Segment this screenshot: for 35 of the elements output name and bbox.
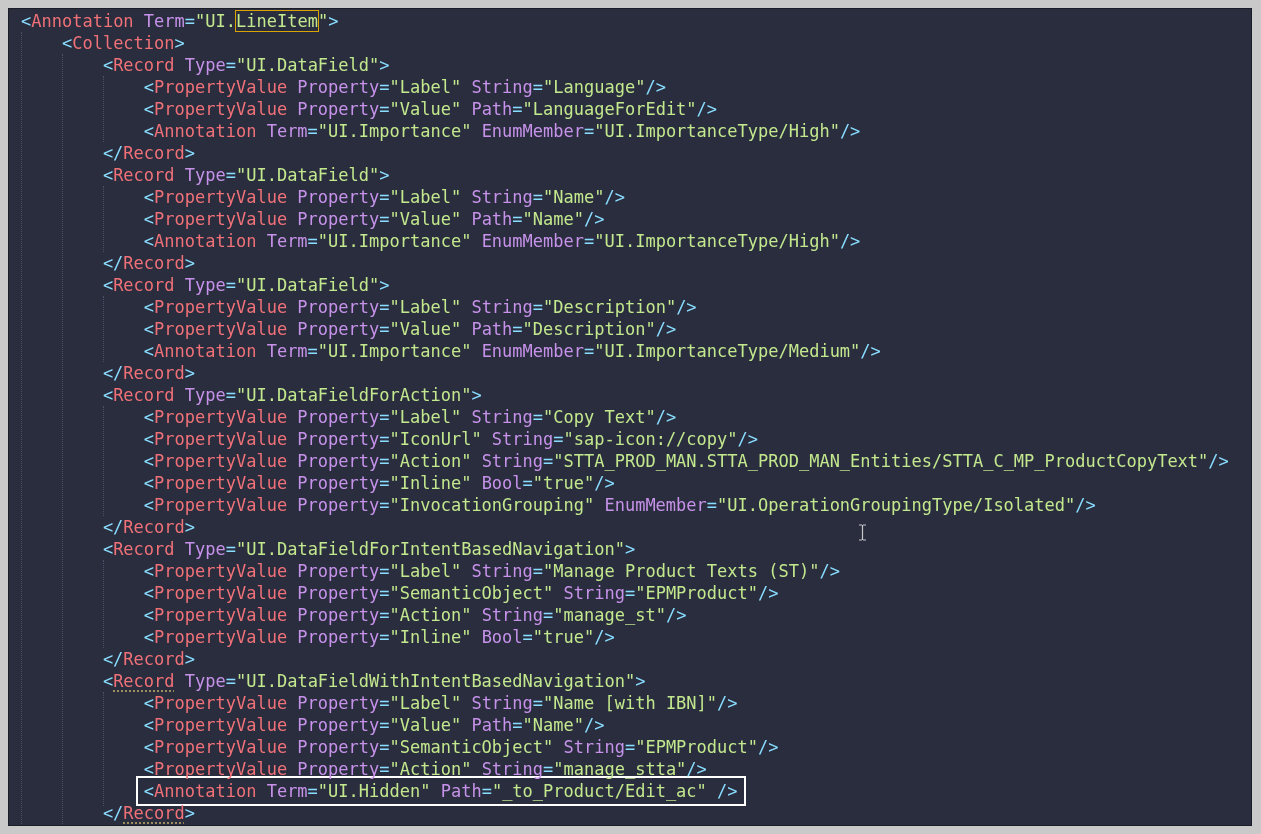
code-line: <PropertyValue Property="Action" String="STTA_PROD_MAN.STTA_PROD_MAN_Entities/STTA_C_MP_ProductCopyText"/> (143, 450, 1229, 472)
code-line: <PropertyValue Property="Value" Path="Name"/> (143, 714, 605, 736)
code-line: <PropertyValue Property="Label" String="Name"/> (143, 186, 625, 208)
code-line: <PropertyValue Property="Inline" Bool="true"/> (143, 472, 615, 494)
code-line: <PropertyValue Property="SemanticObject" String="EPMProduct"/> (143, 736, 779, 758)
code-line: <PropertyValue Property="Inline" Bool="true"/> (143, 626, 615, 648)
code-line: <Record Type="UI.DataField"> (102, 54, 390, 76)
code-line: <Annotation Term="UI.Importance" EnumMember="UI.ImportanceType/Medium"/> (143, 340, 881, 362)
code-line: <PropertyValue Property="Label" String="Manage Product Texts (ST)"/> (143, 560, 840, 582)
code-line: <PropertyValue Property="IconUrl" String="sap-icon://copy"/> (143, 428, 758, 450)
code-line: </Record> (102, 142, 196, 164)
code-line: <PropertyValue Property="Label" String="Description"/> (143, 296, 697, 318)
code-line: <Record Type="UI.DataField"> (102, 274, 390, 296)
code-line: <PropertyValue Property="Label" String="Name [with IBN]"/> (143, 692, 738, 714)
code-line: <PropertyValue Property="Label" String="Language"/> (143, 76, 666, 98)
code-line: <PropertyValue Property="Value" Path="LanguageForEdit"/> (143, 98, 718, 120)
code-line: <Record Type="UI.DataFieldForIntentBasedNavigation"> (102, 538, 636, 560)
code-line: <PropertyValue Property="Value" Path="Name"/> (143, 208, 605, 230)
code-line: <PropertyValue Property="Value" Path="Description"/> (143, 318, 677, 340)
code-line: <Record Type="UI.DataFieldForAction"> (102, 384, 482, 406)
code-line: <PropertyValue Property="Label" String="Copy Text"/> (143, 406, 677, 428)
code-line: <PropertyValue Property="SemanticObject" String="EPMProduct"/> (143, 582, 779, 604)
code-line: <Record Type="UI.DataField"> (102, 164, 390, 186)
code-line: <Collection> (61, 32, 185, 54)
code-line: </Record> (102, 516, 196, 538)
code-line: </Record> (102, 648, 196, 670)
code-line: <Record Type="UI.DataFieldWithIntentBasedNavigation"> (102, 670, 646, 692)
code-line: <Annotation Term="UI.Importance" EnumMember="UI.ImportanceType/High"/> (143, 120, 861, 142)
code-line: <PropertyValue Property="Action" String="manage_st"/> (143, 604, 687, 626)
code-line: <Annotation Term="UI.Importance" EnumMember="UI.ImportanceType/High"/> (143, 230, 861, 252)
code-line: </Record> (102, 362, 196, 384)
code-line: <Annotation Term="UI.LineItem"> (21, 10, 339, 32)
code-line: <PropertyValue Property="InvocationGrouping" EnumMember="UI.OperationGroupingType/Isolated"/> (143, 494, 1096, 516)
code-line: </Record> (102, 252, 196, 274)
text-cursor-icon (858, 524, 867, 541)
